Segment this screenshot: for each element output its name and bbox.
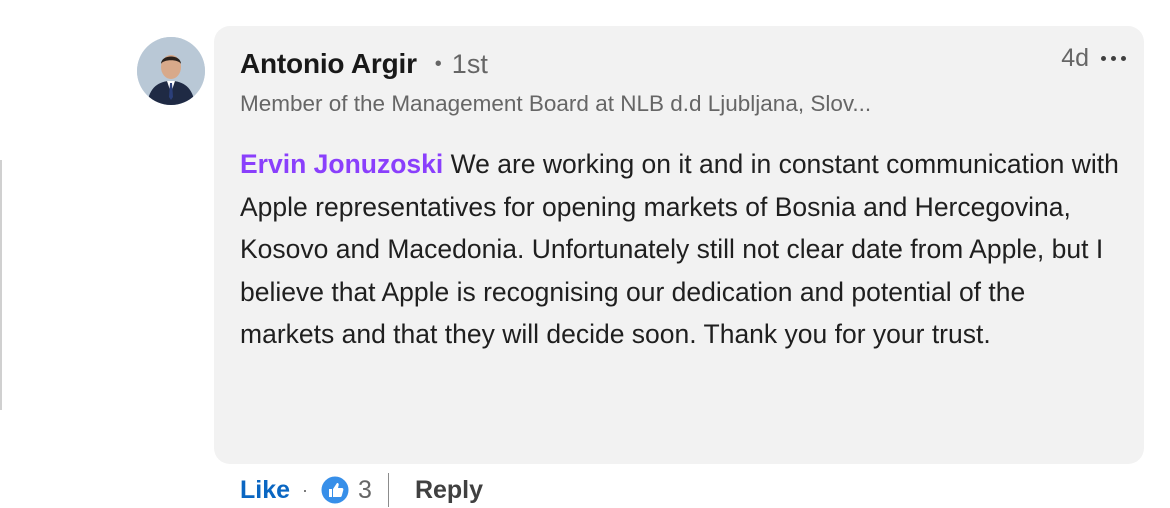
action-separator: · [302, 479, 309, 500]
degree-separator: • [434, 53, 442, 75]
like-button[interactable]: Like [240, 476, 290, 505]
reaction-count[interactable]: 3 [358, 476, 372, 505]
comment-body: Ervin Jonuzoski We are working on it and… [240, 143, 1120, 356]
action-divider [387, 473, 389, 507]
reply-button[interactable]: Reply [415, 476, 483, 505]
mention-link[interactable]: Ervin Jonuzoski [240, 149, 443, 179]
thread-line [0, 160, 2, 410]
author-headline: Member of the Management Board at NLB d.… [240, 91, 872, 116]
comment-header: Antonio Argir • 1st [240, 48, 488, 80]
more-horizontal-icon[interactable] [1101, 56, 1126, 61]
comment-timestamp: 4d [1061, 44, 1089, 72]
comment-meta: 4d [1061, 44, 1126, 73]
avatar-photo [137, 37, 205, 105]
author-name[interactable]: Antonio Argir [240, 48, 417, 80]
like-reaction-icon[interactable] [320, 475, 350, 505]
comment-text: We are working on it and in constant com… [240, 149, 1119, 349]
connection-degree: 1st [451, 49, 488, 79]
comment-actions: Like · 3 Reply [240, 472, 483, 508]
avatar[interactable] [137, 37, 205, 105]
